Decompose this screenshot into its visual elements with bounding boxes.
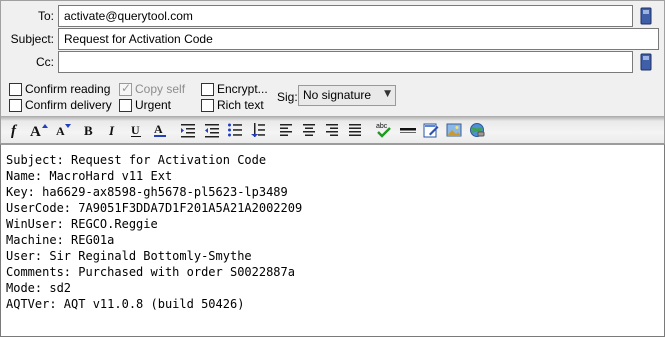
cc-label: Cc:: [36, 55, 54, 69]
address-book-icon[interactable]: [640, 7, 653, 25]
svg-text:f: f: [11, 123, 18, 138]
message-line: Comments: Purchased with order S0022887a: [6, 265, 295, 279]
cc-row: Cc:: [1, 51, 665, 73]
svg-text:U: U: [131, 123, 140, 137]
to-label: To:: [37, 9, 54, 23]
horizontal-rule-icon[interactable]: [399, 122, 417, 138]
bullet-list-icon[interactable]: [227, 122, 243, 138]
svg-text:abc: abc: [376, 123, 388, 130]
rich-text-label: Rich text: [217, 98, 264, 112]
indent-icon[interactable]: [180, 122, 196, 138]
numbered-list-icon[interactable]: [250, 122, 266, 138]
align-left-icon[interactable]: [279, 122, 293, 138]
bold-icon[interactable]: B: [83, 122, 95, 138]
edit-icon[interactable]: [423, 122, 439, 138]
align-center-icon[interactable]: [302, 122, 316, 138]
to-row: To:: [1, 5, 665, 27]
message-header: To: Subject: Cc: Confirm reading Confirm…: [0, 0, 665, 116]
urgent-label: Urgent: [135, 98, 172, 112]
confirm-reading-label: Confirm reading: [25, 82, 111, 96]
outdent-icon[interactable]: [204, 122, 220, 138]
message-body[interactable]: Subject: Request for Activation Code Nam…: [0, 144, 665, 337]
svg-text:A: A: [154, 122, 163, 136]
svg-text:B: B: [84, 123, 93, 138]
checkbox-box[interactable]: [9, 82, 22, 96]
font-color-icon[interactable]: A: [153, 122, 167, 138]
message-line: Machine: REG01a: [6, 233, 115, 247]
signature-select[interactable]: No signature ▼: [298, 85, 396, 106]
confirm-delivery-label: Confirm delivery: [25, 98, 112, 112]
checkbox-box[interactable]: [119, 98, 132, 112]
signature-label: Sig:: [277, 90, 298, 104]
confirm-delivery-checkbox[interactable]: Confirm delivery: [9, 97, 112, 113]
chevron-down-icon: ▼: [384, 89, 391, 99]
svg-text:A: A: [30, 124, 41, 138]
justify-icon[interactable]: [348, 122, 362, 138]
signature-selected-value: No signature: [303, 88, 372, 102]
increase-font-size-icon[interactable]: A: [29, 122, 49, 138]
insert-image-icon[interactable]: [446, 122, 462, 138]
formatting-toolbar: f A A B I U A abc: [0, 116, 665, 144]
message-line: UserCode: 7A9051F3DDA7D1F201A5A21A200220…: [6, 201, 303, 215]
message-line: Key: ha6629-ax8598-gh5678-pl5623-lp3489: [6, 185, 288, 199]
to-field[interactable]: [58, 5, 633, 27]
spell-check-icon[interactable]: abc: [375, 122, 393, 138]
font-icon[interactable]: f: [9, 122, 21, 138]
subject-row: Subject:: [1, 28, 665, 50]
message-line: Subject: Request for Activation Code: [6, 153, 267, 167]
urgent-checkbox[interactable]: Urgent: [119, 97, 171, 113]
encrypt-label: Encrypt...: [217, 82, 268, 96]
message-line: Name: MacroHard v11 Ext: [6, 169, 173, 183]
encrypt-checkbox[interactable]: Encrypt...: [201, 81, 268, 97]
message-line: Mode: sd2: [6, 281, 72, 295]
message-line: User: Sir Reginald Bottomly-Smythe: [6, 249, 252, 263]
checkbox-box[interactable]: [201, 82, 214, 96]
checkbox-box[interactable]: [201, 98, 214, 112]
decrease-font-size-icon[interactable]: A: [55, 122, 73, 138]
address-book-icon[interactable]: [640, 53, 653, 71]
svg-text:I: I: [108, 123, 115, 138]
checkbox-box[interactable]: [119, 81, 132, 96]
insert-link-icon[interactable]: [469, 122, 485, 138]
underline-icon[interactable]: U: [130, 122, 142, 138]
subject-field[interactable]: [58, 28, 659, 50]
rich-text-checkbox[interactable]: Rich text: [201, 97, 264, 113]
copy-self-label: Copy self: [135, 82, 186, 96]
confirm-reading-checkbox[interactable]: Confirm reading: [9, 81, 110, 97]
cc-field[interactable]: [58, 51, 633, 73]
message-line: WinUser: REGCO.Reggie: [6, 217, 158, 231]
svg-text:A: A: [56, 124, 65, 138]
subject-label: Subject:: [10, 32, 54, 46]
checkbox-box[interactable]: [9, 98, 22, 112]
italic-icon[interactable]: I: [107, 122, 119, 138]
message-line: AQTVer: AQT v11.0.8 (build 50426): [6, 297, 245, 311]
copy-self-checkbox[interactable]: Copy self: [119, 81, 185, 97]
align-right-icon[interactable]: [325, 122, 339, 138]
